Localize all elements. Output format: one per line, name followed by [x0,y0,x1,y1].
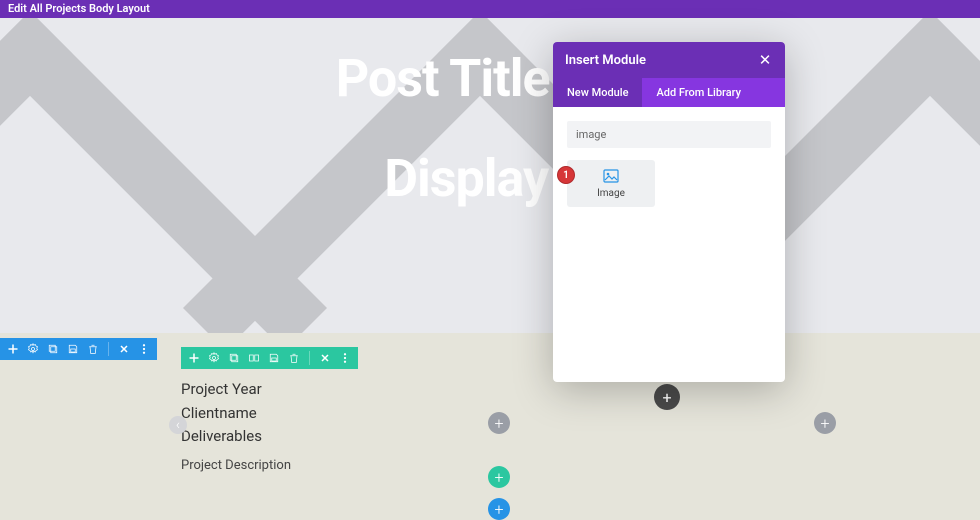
add-module-button[interactable]: + [654,384,680,410]
add-section-button[interactable]: + [488,498,510,520]
gear-icon[interactable] [26,342,40,356]
module-search-input[interactable] [567,121,771,148]
modal-header: Insert Module ✕ [553,42,785,78]
tab-add-from-library[interactable]: Add From Library [642,78,755,107]
module-item-image[interactable]: 1 Image [567,160,655,207]
insert-module-modal: Insert Module ✕ New Module Add From Libr… [553,42,785,382]
more-icon[interactable] [137,342,151,356]
content-line: Clientname [181,402,291,425]
content-block: Project Year Clientname Deliverables Pro… [181,378,291,475]
section-toolbar [0,338,157,360]
toolbar-divider [108,342,109,356]
trash-icon[interactable] [86,342,100,356]
add-module-button[interactable]: + [814,412,836,434]
row-toolbar [181,347,358,369]
close-icon[interactable] [117,342,131,356]
columns-icon[interactable] [247,351,261,365]
modal-tabs: New Module Add From Library [553,78,785,107]
hero-subtitle: Display H [0,148,980,209]
module-label: Image [571,188,651,199]
top-bar: Edit All Projects Body Layout [0,0,980,18]
add-row-button[interactable]: + [488,466,510,488]
modal-title: Insert Module [565,53,646,68]
gear-icon[interactable] [207,351,221,365]
content-line: Deliverables [181,425,291,448]
hero-section: Post Title Will Display H [0,18,980,333]
more-icon[interactable] [338,351,352,365]
add-module-button[interactable]: + [488,412,510,434]
column-handle[interactable]: ‹ [169,416,187,434]
trash-icon[interactable] [287,351,301,365]
close-icon[interactable]: ✕ [757,52,773,68]
content-description: Project Description [181,456,291,476]
image-icon [603,168,619,184]
add-icon[interactable] [6,342,20,356]
save-icon[interactable] [66,342,80,356]
hero-title: Post Title Will [0,48,980,109]
duplicate-icon[interactable] [46,342,60,356]
top-bar-title: Edit All Projects Body Layout [8,2,150,15]
tab-new-module[interactable]: New Module [553,78,642,107]
save-icon[interactable] [267,351,281,365]
duplicate-icon[interactable] [227,351,241,365]
add-icon[interactable] [187,351,201,365]
modal-body: 1 Image [553,107,785,382]
toolbar-divider [309,351,310,365]
content-line: Project Year [181,378,291,401]
close-icon[interactable] [318,351,332,365]
step-badge: 1 [557,166,575,184]
